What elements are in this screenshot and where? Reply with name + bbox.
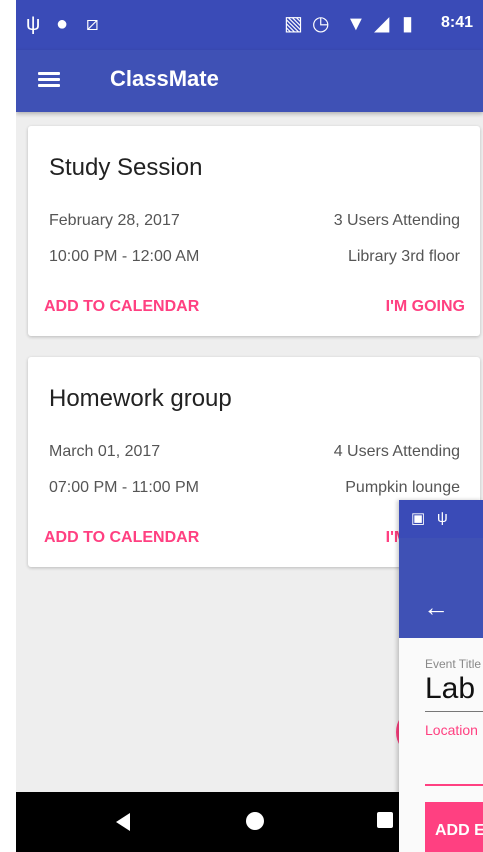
event-card[interactable]: Study Session February 28, 2017 10:00 PM… [28,126,480,336]
app-bar: ClassMate [16,50,483,112]
app-title: ClassMate [110,66,219,91]
location-underline [425,784,483,786]
recents-square-icon[interactable] [377,812,393,828]
event-time: 10:00 PM - 12:00 AM [49,248,200,265]
usb-icon: ψ [26,13,41,35]
event-location: Library 3rd floor [347,248,460,265]
add-to-calendar-button[interactable]: ADD TO CALENDAR [44,529,199,547]
im-going-button[interactable]: I'M GOING [386,298,465,316]
event-date: March 01, 2017 [49,443,161,460]
home-circle-icon[interactable] [246,812,264,830]
cell-signal-icon: ◢ [374,13,390,35]
vibrate-icon: ▧ [284,13,303,35]
add-event-screen-overlay: ▣ ψ ← Event Title Lab Location ADD EVENT [399,500,483,852]
phone-screen: ψ ● ⧄ ▧ ◷ ▼ ◢ ▮ 8:41 ClassMate Study Ses… [16,0,483,852]
image-icon: ▣ [411,510,426,527]
wifi-signal-icon: ⧄ [86,13,99,35]
event-title-label: Event Title [425,657,482,671]
overlay-toolbar: ← [399,538,483,638]
event-date: February 28, 2017 [49,212,180,229]
event-attending-count: 3 Users Attending [333,212,460,229]
event-title: Homework group [49,385,232,412]
back-triangle-icon[interactable] [116,813,130,831]
event-time: 07:00 PM - 11:00 PM [49,479,199,496]
android-debug-icon: ● [56,13,69,35]
event-title-input[interactable]: Lab [425,672,475,706]
event-attending-count: 4 Users Attending [333,443,460,460]
event-title-underline [425,711,483,712]
alarm-icon: ◷ [312,13,330,35]
arrow-back-icon[interactable]: ← [423,594,449,620]
add-to-calendar-button[interactable]: ADD TO CALENDAR [44,298,199,316]
status-time: 8:41 [440,14,473,31]
add-event-button[interactable]: ADD EVENT [425,802,483,852]
usb-icon: ψ [437,509,448,526]
status-bar: ψ ● ⧄ ▧ ◷ ▼ ◢ ▮ 8:41 [16,0,483,50]
location-input[interactable]: Location [425,722,478,738]
battery-charging-icon: ▮ [402,13,414,35]
event-title: Study Session [49,154,203,181]
wifi-icon: ▼ [346,13,366,35]
event-location: Pumpkin lounge [345,479,460,496]
overlay-status-bar: ▣ ψ [399,500,483,538]
menu-icon[interactable] [38,68,62,92]
